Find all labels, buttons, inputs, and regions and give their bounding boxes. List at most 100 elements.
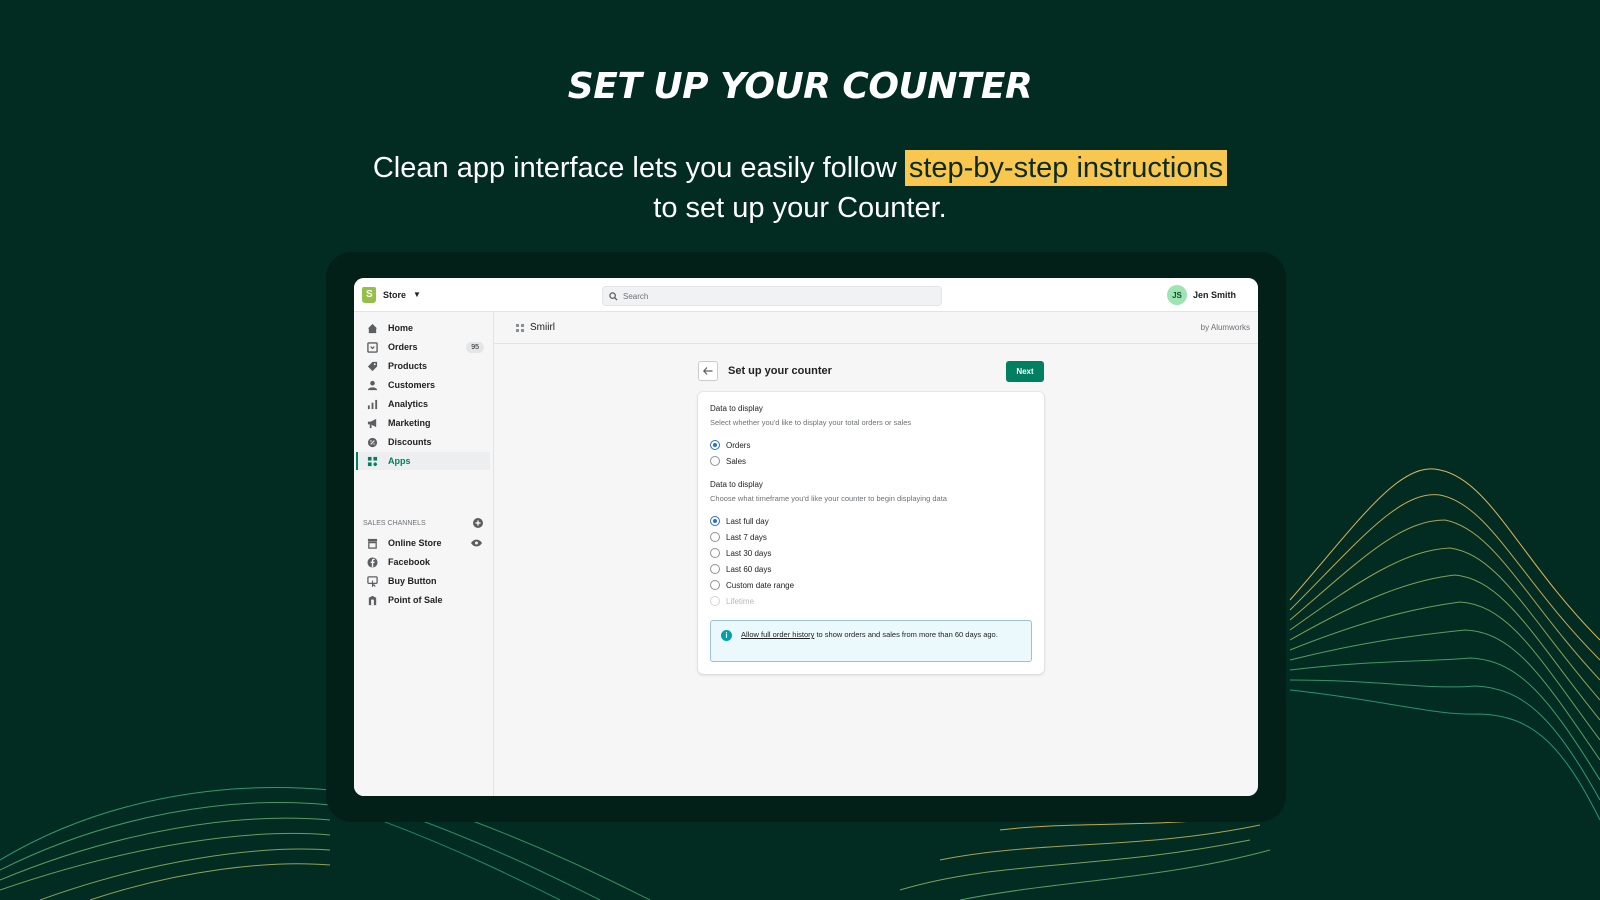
hero-title: SET UP YOUR COUNTER	[567, 66, 1033, 107]
arrow-left-icon	[703, 367, 713, 375]
pos-icon	[366, 594, 378, 606]
search-icon	[609, 291, 618, 301]
section-title-data-type: Data to display	[710, 404, 763, 413]
radio-label: Custom date range	[726, 580, 795, 590]
app-name: Smiirl	[530, 322, 555, 333]
sidebar-item-label: Discounts	[388, 437, 432, 447]
facebook-icon	[366, 556, 378, 568]
sidebar-item-label: Online Store	[388, 538, 442, 548]
info-banner: i Allow full order history to show order…	[710, 620, 1032, 662]
radio-label: Last 7 days	[726, 532, 767, 542]
sidebar-item-label: Products	[388, 361, 428, 371]
sales-channels-label: SALES CHANNELS	[363, 519, 426, 527]
radio-label: Lifetime	[726, 596, 755, 606]
orders-icon	[366, 341, 378, 353]
sidebar-item-apps[interactable]: Apps	[356, 452, 490, 470]
radio-label: Sales	[726, 456, 747, 466]
sidebar-item-label: Point of Sale	[388, 595, 443, 605]
apps-icon	[366, 455, 378, 467]
radio-orders[interactable]: Orders	[710, 440, 750, 450]
back-button[interactable]	[698, 361, 718, 381]
radio-button[interactable]	[710, 580, 720, 590]
hero-subtitle-text: Clean app interface lets you easily foll…	[372, 152, 905, 184]
eye-icon[interactable]	[471, 539, 482, 547]
sidebar-item-home[interactable]: Home	[356, 319, 490, 337]
radio-button[interactable]	[710, 532, 720, 542]
next-button[interactable]: Next	[1006, 361, 1044, 382]
sidebar-item-label: Customers	[388, 380, 436, 390]
page-header: Set up your counter Next	[698, 361, 1044, 383]
search-input[interactable]: Search	[602, 286, 942, 306]
sidebar-item-label: Buy Button	[388, 576, 437, 586]
sidebar-item-label: Facebook	[388, 557, 431, 567]
discount-icon	[366, 436, 378, 448]
sidebar: Home Orders 95 Products Customers Analyt…	[354, 312, 494, 796]
hero-subtitle-highlight: step-by-step instructions	[904, 150, 1228, 186]
banner-text: to show orders and sales from more than …	[814, 630, 998, 639]
app-screen: Store ▼ Search JS Jen Smith Home Orders …	[354, 278, 1258, 796]
section-help-timeframe: Choose what timeframe you'd like your co…	[710, 494, 947, 503]
avatar: JS	[1166, 285, 1187, 305]
radio-button[interactable]	[710, 564, 720, 574]
user-name: Jen Smith	[1192, 290, 1236, 300]
radio-sales[interactable]: Sales	[710, 456, 746, 466]
app-grid-icon	[516, 324, 524, 332]
radio-custom-date-range[interactable]: Custom date range	[710, 580, 794, 590]
store-label: Store	[383, 289, 407, 300]
page-title: Set up your counter	[728, 365, 832, 377]
radio-last-7-days[interactable]: Last 7 days	[710, 532, 767, 542]
sidebar-item-point-of-sale[interactable]: Point of Sale	[356, 591, 490, 609]
home-icon	[366, 322, 378, 334]
sidebar-item-label: Home	[388, 323, 414, 333]
hero-subtitle: Clean app interface lets you easily foll…	[0, 148, 1600, 228]
sidebar-item-label: Apps	[388, 456, 411, 466]
add-channel-icon[interactable]	[473, 518, 483, 528]
sidebar-item-label: Orders	[388, 342, 418, 352]
tag-icon	[366, 360, 378, 372]
sidebar-item-discounts[interactable]: Discounts	[356, 433, 490, 451]
shopify-logo-icon	[362, 286, 376, 303]
section-help-data-type: Select whether you'd like to display you…	[710, 418, 912, 427]
sidebar-item-products[interactable]: Products	[356, 357, 490, 375]
sidebar-item-online-store[interactable]: Online Store	[356, 534, 490, 552]
sidebar-item-buy-button[interactable]: Buy Button	[356, 572, 490, 590]
sidebar-item-customers[interactable]: Customers	[356, 376, 490, 394]
person-icon	[366, 379, 378, 391]
hero-subtitle-text-2: to set up your Counter.	[653, 192, 947, 224]
orders-count-badge: 95	[466, 341, 484, 353]
allow-order-history-link[interactable]: Allow full order history	[741, 630, 814, 639]
radio-label: Orders	[726, 440, 751, 450]
radio-last-60-days[interactable]: Last 60 days	[710, 564, 771, 574]
radio-label: Last full day	[726, 516, 769, 526]
sidebar-item-marketing[interactable]: Marketing	[356, 414, 490, 432]
user-menu[interactable]: JS Jen Smith	[1166, 285, 1236, 305]
top-bar: Store ▼ Search JS Jen Smith	[354, 278, 1258, 312]
buy-button-icon	[366, 575, 378, 587]
radio-last-30-days[interactable]: Last 30 days	[710, 548, 771, 558]
radio-label: Last 30 days	[726, 548, 772, 558]
app-developer: by Alumworks	[1200, 323, 1250, 332]
app-header: Smiirl by Alumworks	[494, 312, 1258, 344]
sidebar-item-label: Marketing	[388, 418, 431, 428]
info-icon: i	[721, 630, 732, 641]
store-switcher[interactable]: Store ▼	[362, 286, 421, 303]
radio-last-full-day[interactable]: Last full day	[710, 516, 769, 526]
radio-button-checked[interactable]	[710, 440, 720, 450]
sidebar-item-analytics[interactable]: Analytics	[356, 395, 490, 413]
radio-button[interactable]	[710, 456, 720, 466]
caret-down-icon: ▼	[413, 290, 421, 299]
radio-button[interactable]	[710, 548, 720, 558]
section-title-timeframe: Data to display	[710, 480, 763, 489]
radio-button-disabled	[710, 596, 720, 606]
search-placeholder: Search	[623, 291, 649, 301]
radio-label: Last 60 days	[726, 564, 772, 574]
bar-chart-icon	[366, 398, 378, 410]
radio-lifetime: Lifetime	[710, 596, 754, 606]
sales-channels-heading: SALES CHANNELS	[363, 518, 483, 528]
megaphone-icon	[366, 417, 378, 429]
sidebar-item-facebook[interactable]: Facebook	[356, 553, 490, 571]
sidebar-item-orders[interactable]: Orders 95	[356, 338, 490, 356]
radio-button-checked[interactable]	[710, 516, 720, 526]
setup-card: Data to display Select whether you'd lik…	[698, 392, 1044, 674]
sidebar-item-label: Analytics	[388, 399, 429, 409]
